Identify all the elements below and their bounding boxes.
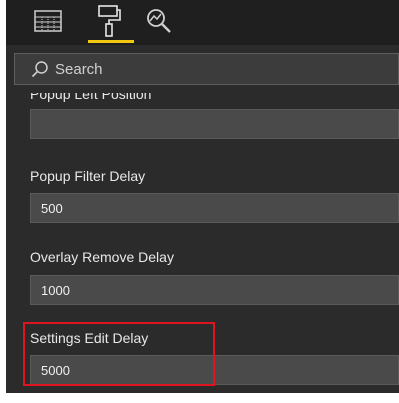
- fields-tab[interactable]: [30, 2, 66, 40]
- analytics-tab[interactable]: [142, 2, 176, 40]
- pane-toolbar: [6, 0, 399, 45]
- setting-label: Settings Edit Delay: [30, 330, 149, 346]
- format-tab[interactable]: [88, 2, 130, 40]
- active-tab-indicator: [88, 40, 134, 43]
- analytics-magnifier-icon: [145, 7, 173, 35]
- setting-label: Popup Filter Delay: [30, 168, 146, 184]
- popup-filter-delay-input[interactable]: [30, 193, 399, 223]
- fields-grid-icon: [33, 9, 63, 33]
- settings-edit-delay-input[interactable]: [30, 355, 399, 385]
- format-pane: Popup Left Position Popup Filter Delay O…: [6, 0, 399, 393]
- popup-left-position-input[interactable]: [30, 109, 399, 139]
- search-input[interactable]: [55, 60, 355, 78]
- format-paint-roller-icon: [96, 4, 122, 38]
- scroll-clip: [6, 85, 399, 93]
- search-box[interactable]: [14, 53, 399, 85]
- overlay-remove-delay-input[interactable]: [30, 275, 399, 305]
- search-icon: [31, 60, 49, 78]
- setting-label: Overlay Remove Delay: [30, 249, 174, 265]
